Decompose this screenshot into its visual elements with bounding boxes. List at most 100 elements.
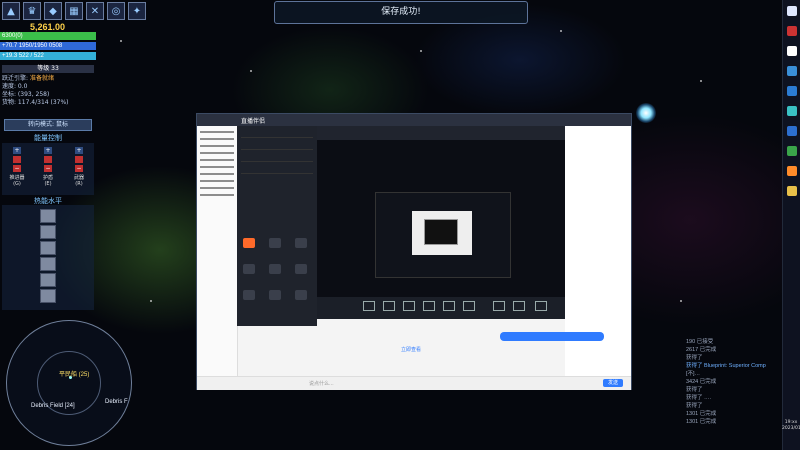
app-name: 直播伴侣: [241, 118, 266, 125]
energy-bar: +19.3 522 / 522: [0, 52, 96, 60]
window-titlebar: 直播伴侣: [197, 114, 631, 126]
orbit-icon[interactable]: ◎: [107, 2, 125, 20]
minimap-label-right: Debris F: [105, 399, 128, 405]
power-key: (G): [13, 181, 21, 187]
log-line: 1301 已完成: [686, 419, 717, 425]
app-icon[interactable]: [787, 26, 797, 36]
tool-icon[interactable]: [493, 301, 505, 311]
tool-button[interactable]: [243, 264, 255, 274]
log-line: 2617 已完成: [686, 347, 717, 353]
app-icon[interactable]: [787, 126, 797, 136]
ship-icon[interactable]: ▲: [2, 2, 20, 20]
power-down-button[interactable]: −: [44, 165, 52, 172]
star-icon[interactable]: ✦: [128, 2, 146, 20]
tool-button[interactable]: [269, 264, 281, 274]
glowing-star: [636, 103, 656, 123]
nested-window: [412, 211, 472, 255]
power-key: (R): [75, 181, 83, 187]
log-line: 获得了: [686, 387, 703, 393]
trophy-icon[interactable]: ♛: [23, 2, 41, 20]
power-down-button[interactable]: −: [75, 165, 83, 172]
tool-button[interactable]: [269, 238, 281, 248]
ship-info: 跃迁引擎: 准备就绪 速度: 0.0 坐标: (393, 258) 货物: 11…: [2, 75, 96, 107]
scene-item[interactable]: [241, 129, 313, 138]
chat-input[interactable]: 说点什么...: [309, 380, 334, 387]
log-line: 获得了 Blueprint: Superior Comp: [686, 363, 766, 369]
star: [700, 80, 702, 82]
power-title: 能量控制: [34, 134, 62, 142]
wing-icon[interactable]: ✕: [86, 2, 104, 20]
shield-bar: +70.7 1950/1950 0508: [0, 42, 96, 50]
chat-list-pane[interactable]: [197, 126, 238, 376]
power-col-thrusters: + − 推进器 (G): [6, 147, 28, 187]
log-line: 获得了 ….: [686, 395, 712, 401]
scene-item[interactable]: [241, 165, 313, 174]
minimap[interactable]: 平民船 (25) Debris Field [24] Debris F: [6, 320, 132, 446]
app-icon[interactable]: [787, 86, 797, 96]
clock-date: 2023/01: [782, 426, 800, 431]
tool-button[interactable]: [295, 264, 307, 274]
tool-icon[interactable]: [403, 301, 415, 311]
scene-item[interactable]: [241, 141, 313, 150]
log-line: 3424 已完成: [686, 379, 717, 385]
steering-mode-button[interactable]: 转向模式: 鼠标: [4, 119, 92, 131]
settings-icon[interactable]: [535, 301, 547, 311]
taskbar-clock: 19:xx 2023/01: [782, 420, 800, 432]
streaming-window[interactable]: 直播伴侣 立即查看 说点什么... 发送: [196, 113, 632, 390]
tool-button[interactable]: [295, 290, 307, 300]
send-button[interactable]: 发送: [603, 379, 623, 387]
tool-icon[interactable]: [423, 301, 435, 311]
grid-icon[interactable]: ▦: [65, 2, 83, 20]
star: [120, 40, 122, 42]
app-icon[interactable]: [787, 146, 797, 156]
engine-label: 跃迁引擎:: [2, 75, 29, 82]
start-icon[interactable]: [787, 6, 797, 16]
ship-module: [40, 289, 56, 303]
power-label: 推进器: [9, 175, 25, 181]
star: [150, 300, 152, 302]
power-key: (E): [44, 181, 52, 187]
star: [250, 70, 252, 72]
app-icon[interactable]: [787, 46, 797, 56]
heat-panel: [2, 205, 94, 310]
tool-icon[interactable]: [513, 301, 525, 311]
app-icon[interactable]: [787, 66, 797, 76]
power-level: [13, 156, 21, 163]
shield-badge-icon[interactable]: ◆: [44, 2, 62, 20]
star: [560, 30, 562, 32]
tool-icon[interactable]: [363, 301, 375, 311]
level-bar: 等级 33: [2, 65, 94, 73]
log-line: 1301 已完成: [686, 411, 717, 417]
log-line: 190 已接受: [686, 339, 714, 345]
hud-toolbar: ▲ ♛ ◆ ▦ ✕ ◎ ✦: [2, 2, 146, 20]
tool-button[interactable]: [243, 290, 255, 300]
power-up-button[interactable]: +: [75, 147, 83, 154]
tool-icon[interactable]: [463, 301, 475, 311]
power-down-button[interactable]: −: [13, 165, 21, 172]
power-up-button[interactable]: +: [44, 147, 52, 154]
tool-icon[interactable]: [443, 301, 455, 311]
tool-button[interactable]: [295, 238, 307, 248]
app-icon[interactable]: [787, 106, 797, 116]
scene-item[interactable]: [241, 153, 313, 162]
minimap-label-left: Debris Field [24]: [31, 403, 75, 409]
app-icon[interactable]: [787, 186, 797, 196]
log-line: 获得了: [686, 355, 703, 361]
minimap-label-center: 平民船 (25): [59, 372, 90, 378]
power-up-button[interactable]: +: [13, 147, 21, 154]
tool-button[interactable]: [269, 290, 281, 300]
power-level: [44, 156, 52, 163]
star: [680, 300, 682, 302]
view-link[interactable]: 立即查看: [401, 346, 421, 353]
ship-module: [40, 257, 56, 271]
tool-button[interactable]: [243, 238, 255, 248]
nested-preview: [375, 192, 511, 278]
tool-icon[interactable]: [383, 301, 395, 311]
power-label: 武器: [73, 175, 84, 181]
ship-module: [40, 209, 56, 223]
power-col-weapons: + − 武器 (R): [68, 147, 90, 187]
app-icon[interactable]: [787, 166, 797, 176]
taskbar: [782, 0, 800, 450]
ship-module: [40, 273, 56, 287]
power-col-shields: + − 护盾 (E): [37, 147, 59, 187]
